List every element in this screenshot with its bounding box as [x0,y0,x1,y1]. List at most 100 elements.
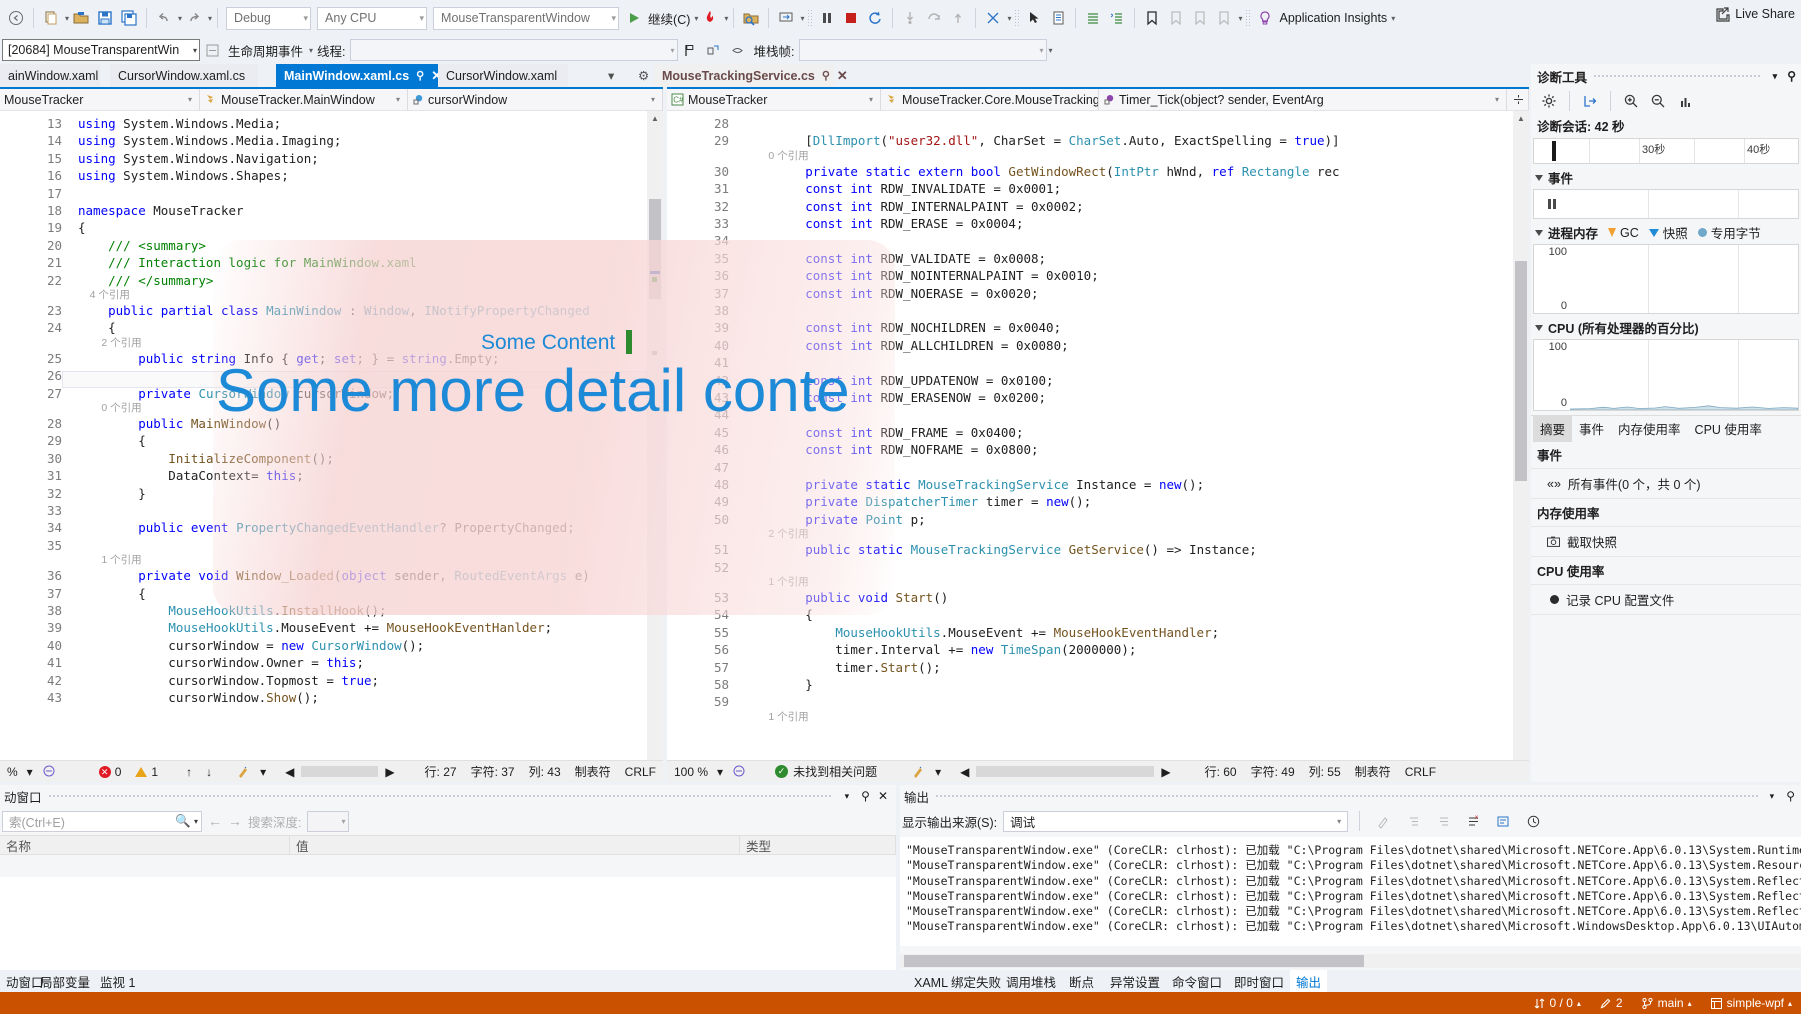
search-depth-combo[interactable]: ▾ [307,810,350,832]
code-reference-lens[interactable]: 2 个引用 [0,337,663,350]
new-item-icon[interactable] [39,6,63,30]
code-line[interactable]: 38 [667,302,1529,319]
code-line[interactable]: 17 [0,185,663,202]
code-line[interactable]: 19 { [0,219,663,236]
pin-icon[interactable]: ⚲ [822,69,830,82]
diag-row-all-events[interactable]: «» 所有事件(0 个，共 0 个) [1531,469,1801,499]
autos-grid-body[interactable] [0,877,896,970]
code-line[interactable]: 43 const int RDW_ERASENOW = 0x0200; [667,389,1529,406]
lightbulb-icon[interactable] [1253,6,1277,30]
code-line[interactable]: 34 [667,232,1529,249]
tab-mousetrackingservice-cs[interactable]: MouseTrackingService.cs ⚲ ✕ [654,64,848,87]
code-reference-lens[interactable]: 0 个引用 [0,402,663,415]
code-cleanup-icon[interactable] [904,764,933,779]
code-line[interactable]: 25 public string Info { get; set; } = st… [0,350,663,367]
process-combo[interactable]: [20684] MouseTransparentWin ▾ [2,39,200,61]
code-line[interactable]: 20 /// <summary> [0,237,663,254]
zoom-in-icon[interactable] [1619,89,1643,113]
code-line[interactable]: 41 cursorWindow.Owner = this; [0,654,663,671]
left-nav-type-combo[interactable]: MouseTracker.MainWindow ▾ [200,89,408,110]
code-line[interactable]: 32 const int RDW_INTERNALPAINT = 0x0002; [667,198,1529,215]
thread-dropdown-caret[interactable]: ▾ [1007,14,1011,23]
right-zoom-level[interactable]: 100 % [667,765,715,779]
code-line[interactable]: 39 MouseHookUtils.MouseEvent += MouseHoo… [0,619,663,636]
pin-icon[interactable]: ⚲ [1782,69,1801,83]
right-editor-vertical-scrollbar[interactable]: ▲ ▼ [1513,111,1529,782]
code-reference-lens[interactable]: 1 个引用 [667,576,1529,589]
step-over-icon[interactable] [922,6,946,30]
left-code-content[interactable]: 13 using System.Windows.Media; 14 using Sys… [0,111,663,782]
scroll-up-arrow-icon[interactable]: ▲ [1513,111,1529,126]
left-error-count[interactable]: ✕ 0 [92,765,129,779]
code-reference-lens[interactable]: 2 个引用 [667,528,1529,541]
bar-chart-icon[interactable] [1673,89,1697,113]
show-next-statement-icon[interactable] [774,6,798,30]
close-icon[interactable]: ✕ [837,68,848,84]
code-line[interactable]: 38 MouseHookUtils.InstallHook(); [0,602,663,619]
code-line[interactable]: 46 const int RDW_NOFRAME = 0x0800; [667,441,1529,458]
tab-cursorwindow-xaml-cs[interactable]: CursorWindow.xaml.cs [110,64,258,87]
redo-icon[interactable] [182,6,206,30]
chevron-down-icon[interactable]: ▾ [191,817,198,826]
repository-selector[interactable]: simple-wpf ▴ [1701,996,1801,1010]
code-line[interactable]: 29 { [0,432,663,449]
stop-icon[interactable] [839,6,863,30]
open-folder-icon[interactable] [69,6,93,30]
code-line[interactable]: 16 using System.Windows.Shapes; [0,167,663,184]
tab-mainwindow-xaml[interactable]: ainWindow.xaml [0,64,100,87]
code-line[interactable]: 33 [0,502,663,519]
bottom-tab-locals[interactable]: 局部变量 [34,970,96,992]
lifecycle-dropdown-caret[interactable]: ▾ [309,46,313,55]
cleanup-dropdown-caret[interactable]: ▾ [933,765,943,779]
diag-tab-memory-usage[interactable]: 内存使用率 [1611,415,1688,442]
code-line[interactable]: 28 public MainWindow() [0,415,663,432]
code-line[interactable]: 57 timer.Start(); [667,659,1529,676]
link-icon[interactable] [726,38,750,62]
hscroll-left-arrow[interactable]: ◀ [278,765,301,779]
code-line[interactable]: 47 [667,459,1529,476]
code-line[interactable]: 18 namespace MouseTracker [0,202,663,219]
thread-combo[interactable]: ▾ [349,39,678,61]
diag-tab-events[interactable]: 事件 [1572,415,1611,442]
bookmarks-dropdown-caret[interactable]: ▾ [1238,14,1242,23]
search-icon[interactable]: 🔍 [175,814,191,829]
continue-label[interactable]: 继续(C) [646,9,692,28]
code-line[interactable]: 49 private DispatcherTimer timer = new()… [667,493,1529,510]
bookmark-icon[interactable] [1140,6,1164,30]
right-nav-member-combo[interactable]: Timer_Tick(object? sender, EventArg ▾ [1099,89,1507,110]
code-line[interactable]: 27 private CursorWindow cursorWindow; [0,385,663,402]
next-bookmark-icon[interactable] [1188,6,1212,30]
chevron-down-icon[interactable]: ▾ [1768,71,1783,82]
bottom-tab-command-window[interactable]: 命令窗口 [1166,970,1228,992]
search-input[interactable]: 索(Ctrl+E) 🔍 ▾ [2,810,202,832]
code-line[interactable]: 22 /// </summary> [0,272,663,289]
code-line[interactable]: 28 [667,115,1529,132]
code-line[interactable]: 52 [667,559,1529,576]
code-line[interactable]: 30 InitializeComponent(); [0,450,663,467]
bottom-tab-watch-1[interactable]: 监视 1 [94,970,141,992]
expand-icon[interactable] [1431,809,1455,833]
right-code-content[interactable]: 28 29 [DllImport("user32.dll", CharSet = … [667,111,1529,782]
redo-dropdown-caret[interactable]: ▾ [208,14,212,23]
code-line[interactable]: 48 private static MouseTrackingService I… [667,476,1529,493]
right-nav-project-combo[interactable]: C# MouseTracker ▾ [667,89,881,110]
restart-icon[interactable] [863,6,887,30]
zoom-dropdown-caret[interactable]: ▾ [25,765,35,779]
zoom-dropdown-caret[interactable]: ▾ [715,765,725,779]
back-arrow-icon[interactable] [4,6,28,30]
scrollbar-thumb[interactable] [1515,261,1527,481]
code-line[interactable]: 51 public static MouseTrackingService Ge… [667,541,1529,558]
flag-icon[interactable] [678,38,702,62]
timeline-position-marker[interactable] [1552,141,1556,161]
thread-switch-icon[interactable] [702,38,726,62]
next-issue-icon[interactable]: ↓ [199,765,219,779]
code-line[interactable]: 15 using System.Windows.Navigation; [0,150,663,167]
code-line[interactable]: 43 cursorWindow.Show(); [0,689,663,706]
bottom-tab-immediate-window[interactable]: 即时窗口 [1228,970,1290,992]
code-line[interactable]: 44 [667,406,1529,423]
code-line[interactable]: 35 [0,537,663,554]
gear-icon[interactable]: ⚙ [630,64,652,87]
pin-icon[interactable]: ⚲ [1780,789,1801,803]
properties-window-icon[interactable] [1046,6,1070,30]
code-reference-lens[interactable]: 0 个引用 [667,150,1529,163]
